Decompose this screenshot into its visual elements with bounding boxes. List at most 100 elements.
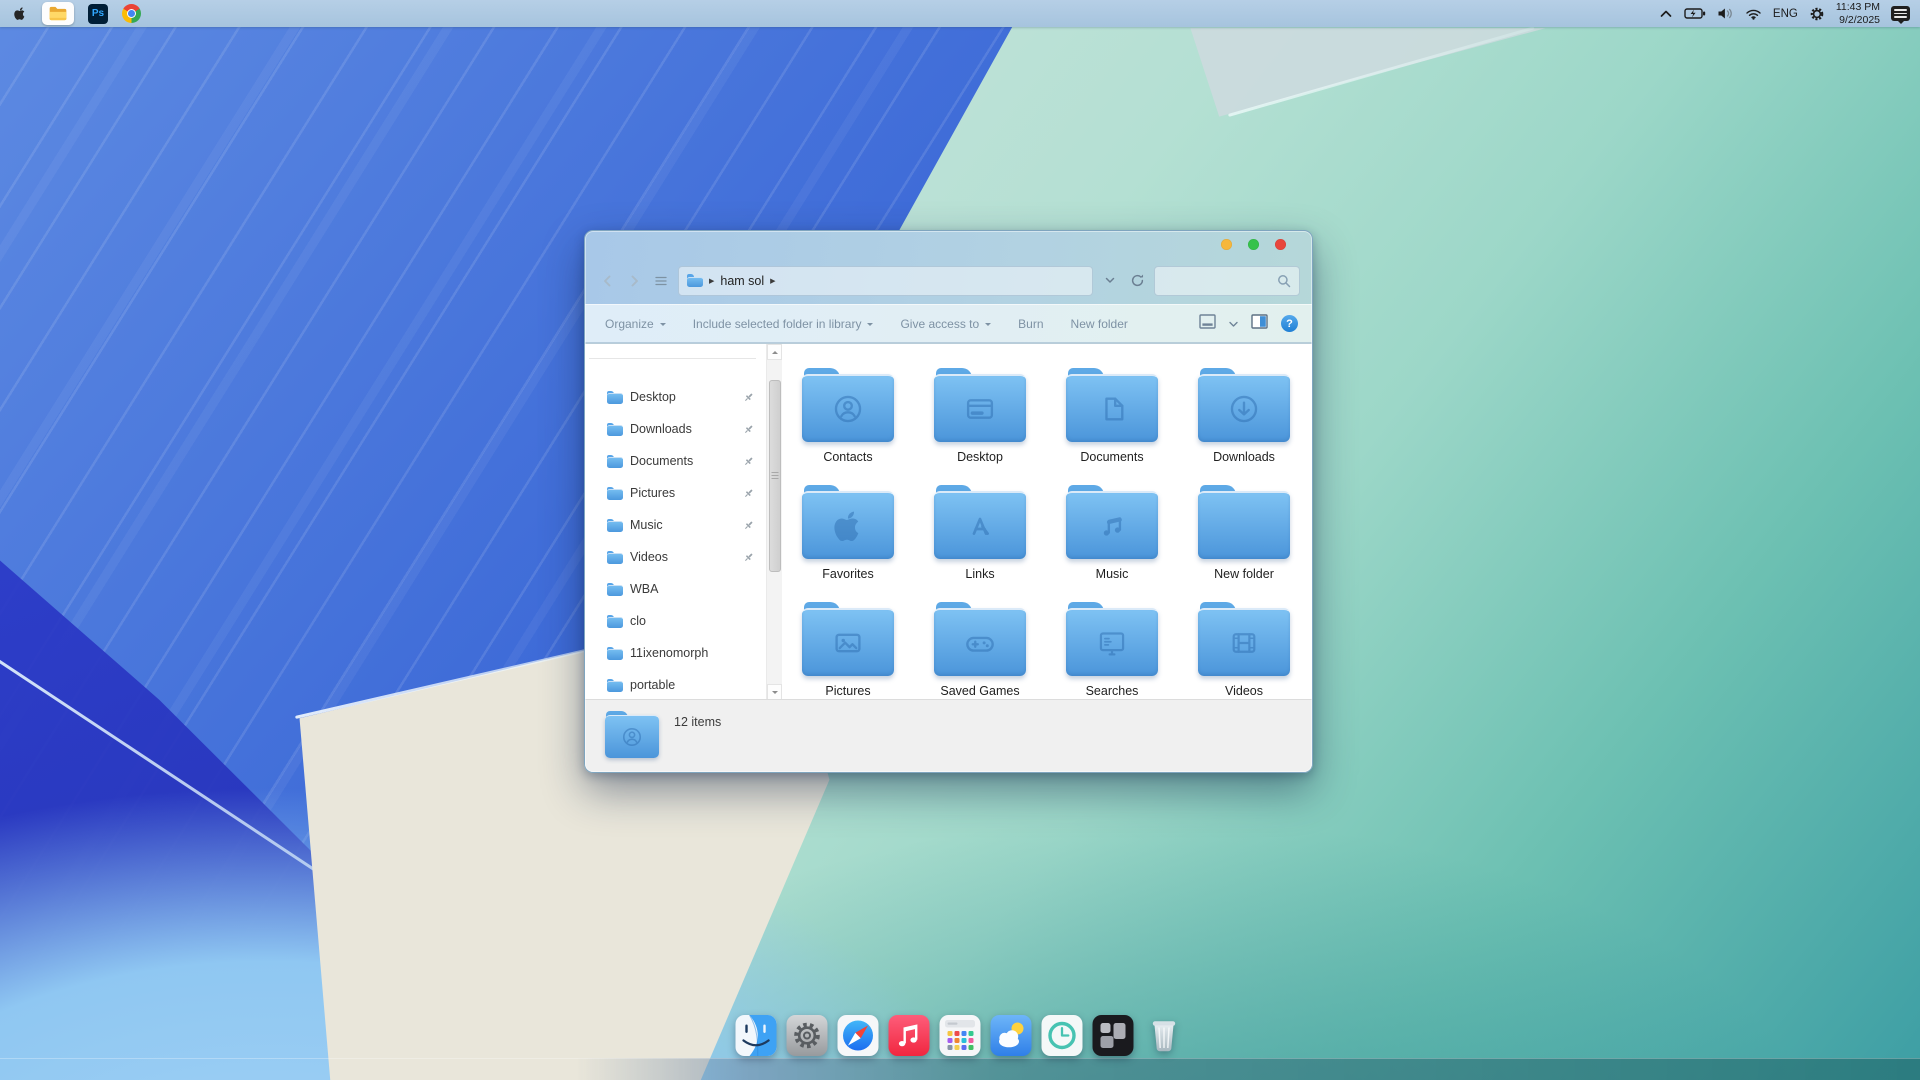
close-button[interactable] [1275,239,1286,250]
sidebar-item-music[interactable]: Music [607,515,760,535]
breadcrumb-arrow-icon[interactable]: ▶ [709,277,714,285]
explorer-folder-icon [48,5,68,22]
back-button[interactable] [597,270,617,292]
folder-label: Videos [1225,684,1263,698]
view-dropdown-icon[interactable] [1229,315,1238,333]
pin-icon[interactable] [743,488,754,499]
battery-charging-icon[interactable] [1684,7,1706,20]
menu-bar: Ps ENG 11:43 PM 9/2/2025 [0,0,1920,27]
plain-folder-icon [1225,507,1263,545]
sidebar-item-documents[interactable]: Documents [607,451,760,471]
folder-icon [607,455,623,468]
include-in-library-button[interactable]: Include selected folder in library [693,317,874,331]
breadcrumb-arrow-icon[interactable]: ▶ [770,277,775,285]
folder-label: Music [1096,567,1129,581]
system-settings-icon[interactable] [787,1015,828,1056]
launchpad-icon[interactable] [940,1015,981,1056]
desktop-glyph-icon [961,390,999,428]
address-bar[interactable]: ▶ ham sol ▶ [678,266,1093,296]
window-manager-icon[interactable] [1093,1015,1134,1056]
breadcrumb-path[interactable]: ham sol [720,274,764,288]
sidebar-item-11ixenomorph[interactable]: 11ixenomorph [607,643,760,663]
folder-icon [1066,368,1158,442]
help-button[interactable]: ? [1281,315,1298,332]
sidebar-item-videos[interactable]: Videos [607,547,760,567]
taskbar-file-explorer[interactable] [42,2,74,25]
safari-icon[interactable] [838,1015,879,1056]
wifi-icon[interactable] [1745,7,1762,20]
address-folder-icon [687,274,703,287]
folder-item-downloads[interactable]: Downloads [1184,368,1304,485]
settings-gear-icon[interactable] [1809,6,1825,22]
tray-clock[interactable]: 11:43 PM 9/2/2025 [1836,1,1880,26]
folder-icon [1198,368,1290,442]
volume-icon[interactable] [1717,7,1734,20]
preview-pane-icon[interactable] [1251,314,1268,334]
sidebar-item-pictures[interactable]: Pictures [607,483,760,503]
title-bar[interactable] [585,231,1312,257]
minimize-button[interactable] [1221,239,1232,250]
folder-icon [802,602,894,676]
command-toolbar: Organize Include selected folder in libr… [585,304,1312,343]
sidebar-item-downloads[interactable]: Downloads [607,419,760,439]
give-access-button[interactable]: Give access to [900,317,991,331]
downloads-glyph-icon [1225,390,1263,428]
folder-grid: Contacts Desktop Documents Downloads Fav… [782,344,1312,700]
dropdown-caret-icon [867,323,873,326]
refresh-button[interactable] [1127,270,1147,292]
trash-icon[interactable] [1144,1015,1185,1056]
sidebar-item-wba[interactable]: WBA [607,579,760,599]
pin-icon[interactable] [743,456,754,467]
pin-icon[interactable] [743,392,754,403]
folder-icon [607,423,623,436]
sidebar-item-portable[interactable]: portable [607,675,760,695]
change-view-icon[interactable] [1199,314,1216,334]
folder-label: Favorites [822,567,873,581]
time-machine-icon[interactable] [1042,1015,1083,1056]
folder-item-favorites[interactable]: Favorites [788,485,908,602]
new-folder-button[interactable]: New folder [1071,317,1128,331]
apple-menu[interactable] [12,2,28,25]
organize-button[interactable]: Organize [605,317,666,331]
pin-icon[interactable] [743,424,754,435]
weather-icon[interactable] [991,1015,1032,1056]
sidebar-scrollbar[interactable] [766,344,782,700]
folder-icon [1066,485,1158,559]
items-count: 12 items [674,715,721,729]
folder-item-new-folder[interactable]: New folder [1184,485,1304,602]
folder-icon [607,615,623,628]
apple-music-icon[interactable] [889,1015,930,1056]
notifications-icon[interactable] [1891,6,1910,21]
folder-item-documents[interactable]: Documents [1052,368,1172,485]
folder-icon [1198,602,1290,676]
selected-folder-icon [605,711,659,758]
recent-locations-menu-icon[interactable] [651,270,671,292]
folder-item-desktop[interactable]: Desktop [920,368,1040,485]
sidebar-item-clo[interactable]: clo [607,611,760,631]
language-indicator[interactable]: ENG [1773,8,1798,20]
folder-label: Downloads [1213,450,1275,464]
scroll-up-button[interactable] [767,344,782,360]
videos-glyph-icon [1225,624,1263,662]
scrollbar-thumb[interactable] [769,380,781,572]
scroll-down-button[interactable] [767,684,782,700]
zoom-button[interactable] [1248,239,1259,250]
burn-button[interactable]: Burn [1018,317,1043,331]
sidebar-item-desktop[interactable]: Desktop [607,387,760,407]
pin-icon[interactable] [743,520,754,531]
search-input[interactable] [1154,266,1300,296]
folder-item-contacts[interactable]: Contacts [788,368,908,485]
folder-item-links[interactable]: Links [920,485,1040,602]
folder-icon [607,519,623,532]
folder-icon [607,679,623,692]
taskbar-chrome[interactable] [122,2,141,25]
pin-icon[interactable] [743,552,754,563]
forward-button[interactable] [624,270,644,292]
finder-icon[interactable] [736,1015,777,1056]
address-dropdown-icon[interactable] [1100,277,1120,284]
tray-chevron-up-icon[interactable] [1659,8,1673,20]
folder-icon [607,583,623,596]
folder-icon [802,485,894,559]
folder-item-music[interactable]: Music [1052,485,1172,602]
taskbar-photoshop[interactable]: Ps [88,2,108,25]
